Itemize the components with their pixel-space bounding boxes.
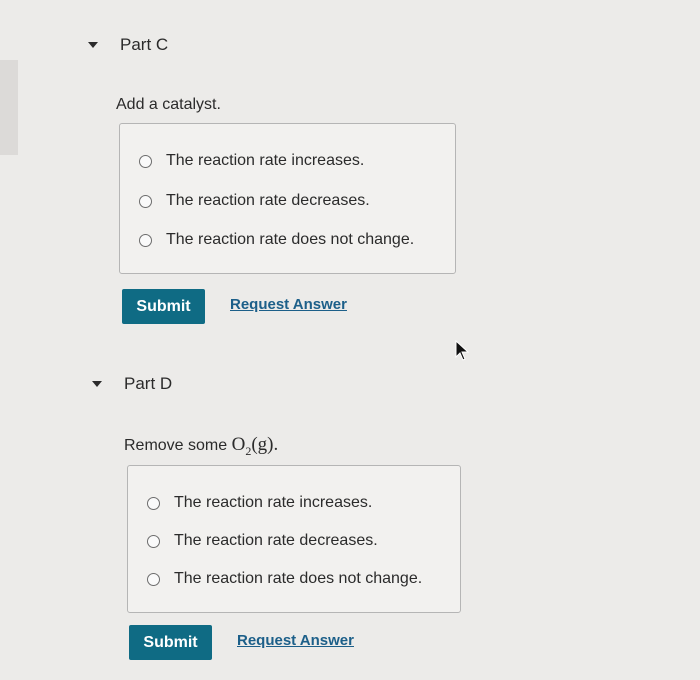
part-d-question: Remove some O2(g).: [124, 434, 278, 459]
radio-button[interactable]: [139, 194, 152, 208]
part-c-choice-3[interactable]: The reaction rate does not change.: [139, 231, 414, 249]
part-c-submit-button[interactable]: Submit: [122, 289, 205, 324]
radio-button[interactable]: [147, 496, 160, 510]
choice-label: The reaction rate does not change.: [166, 231, 415, 248]
part-c-header[interactable]: Part C: [88, 35, 168, 55]
radio-button[interactable]: [147, 534, 160, 548]
choice-label: The reaction rate increases.: [166, 152, 365, 169]
part-c-title: Part C: [120, 35, 169, 54]
left-edge-strip: [0, 60, 18, 155]
part-d-request-answer-link[interactable]: Request Answer: [237, 632, 354, 649]
choice-label: The reaction rate decreases.: [166, 192, 370, 209]
part-c-choices-box: The reaction rate increases. The reactio…: [119, 123, 456, 274]
radio-button[interactable]: [147, 572, 160, 586]
radio-button[interactable]: [139, 154, 152, 168]
question-suffix: .: [273, 434, 279, 455]
part-c-request-answer-link[interactable]: Request Answer: [230, 296, 347, 313]
part-c-choice-1[interactable]: The reaction rate increases.: [139, 152, 364, 170]
part-c-question: Add a catalyst.: [116, 96, 221, 113]
formula: O2(g).: [231, 434, 279, 458]
part-d-title: Part D: [124, 374, 173, 393]
choice-label: The reaction rate decreases.: [174, 532, 378, 549]
caret-down-icon[interactable]: [88, 42, 98, 48]
part-c-choice-2[interactable]: The reaction rate decreases.: [139, 192, 370, 210]
caret-down-icon[interactable]: [92, 381, 102, 387]
formula-state: (g): [251, 434, 274, 455]
part-d-choice-2[interactable]: The reaction rate decreases.: [147, 532, 378, 550]
part-d-choices-box: The reaction rate increases. The reactio…: [127, 465, 461, 613]
formula-main: O: [231, 434, 246, 455]
mouse-pointer-icon: [455, 340, 470, 361]
part-d-choice-3[interactable]: The reaction rate does not change.: [147, 570, 422, 588]
part-d-header[interactable]: Part D: [92, 374, 172, 394]
question-prefix: Remove some: [124, 437, 232, 454]
part-d-choice-1[interactable]: The reaction rate increases.: [147, 494, 372, 512]
part-d-submit-button[interactable]: Submit: [129, 625, 212, 660]
choice-label: The reaction rate does not change.: [174, 570, 423, 587]
choice-label: The reaction rate increases.: [174, 494, 373, 511]
radio-button[interactable]: [139, 233, 152, 247]
